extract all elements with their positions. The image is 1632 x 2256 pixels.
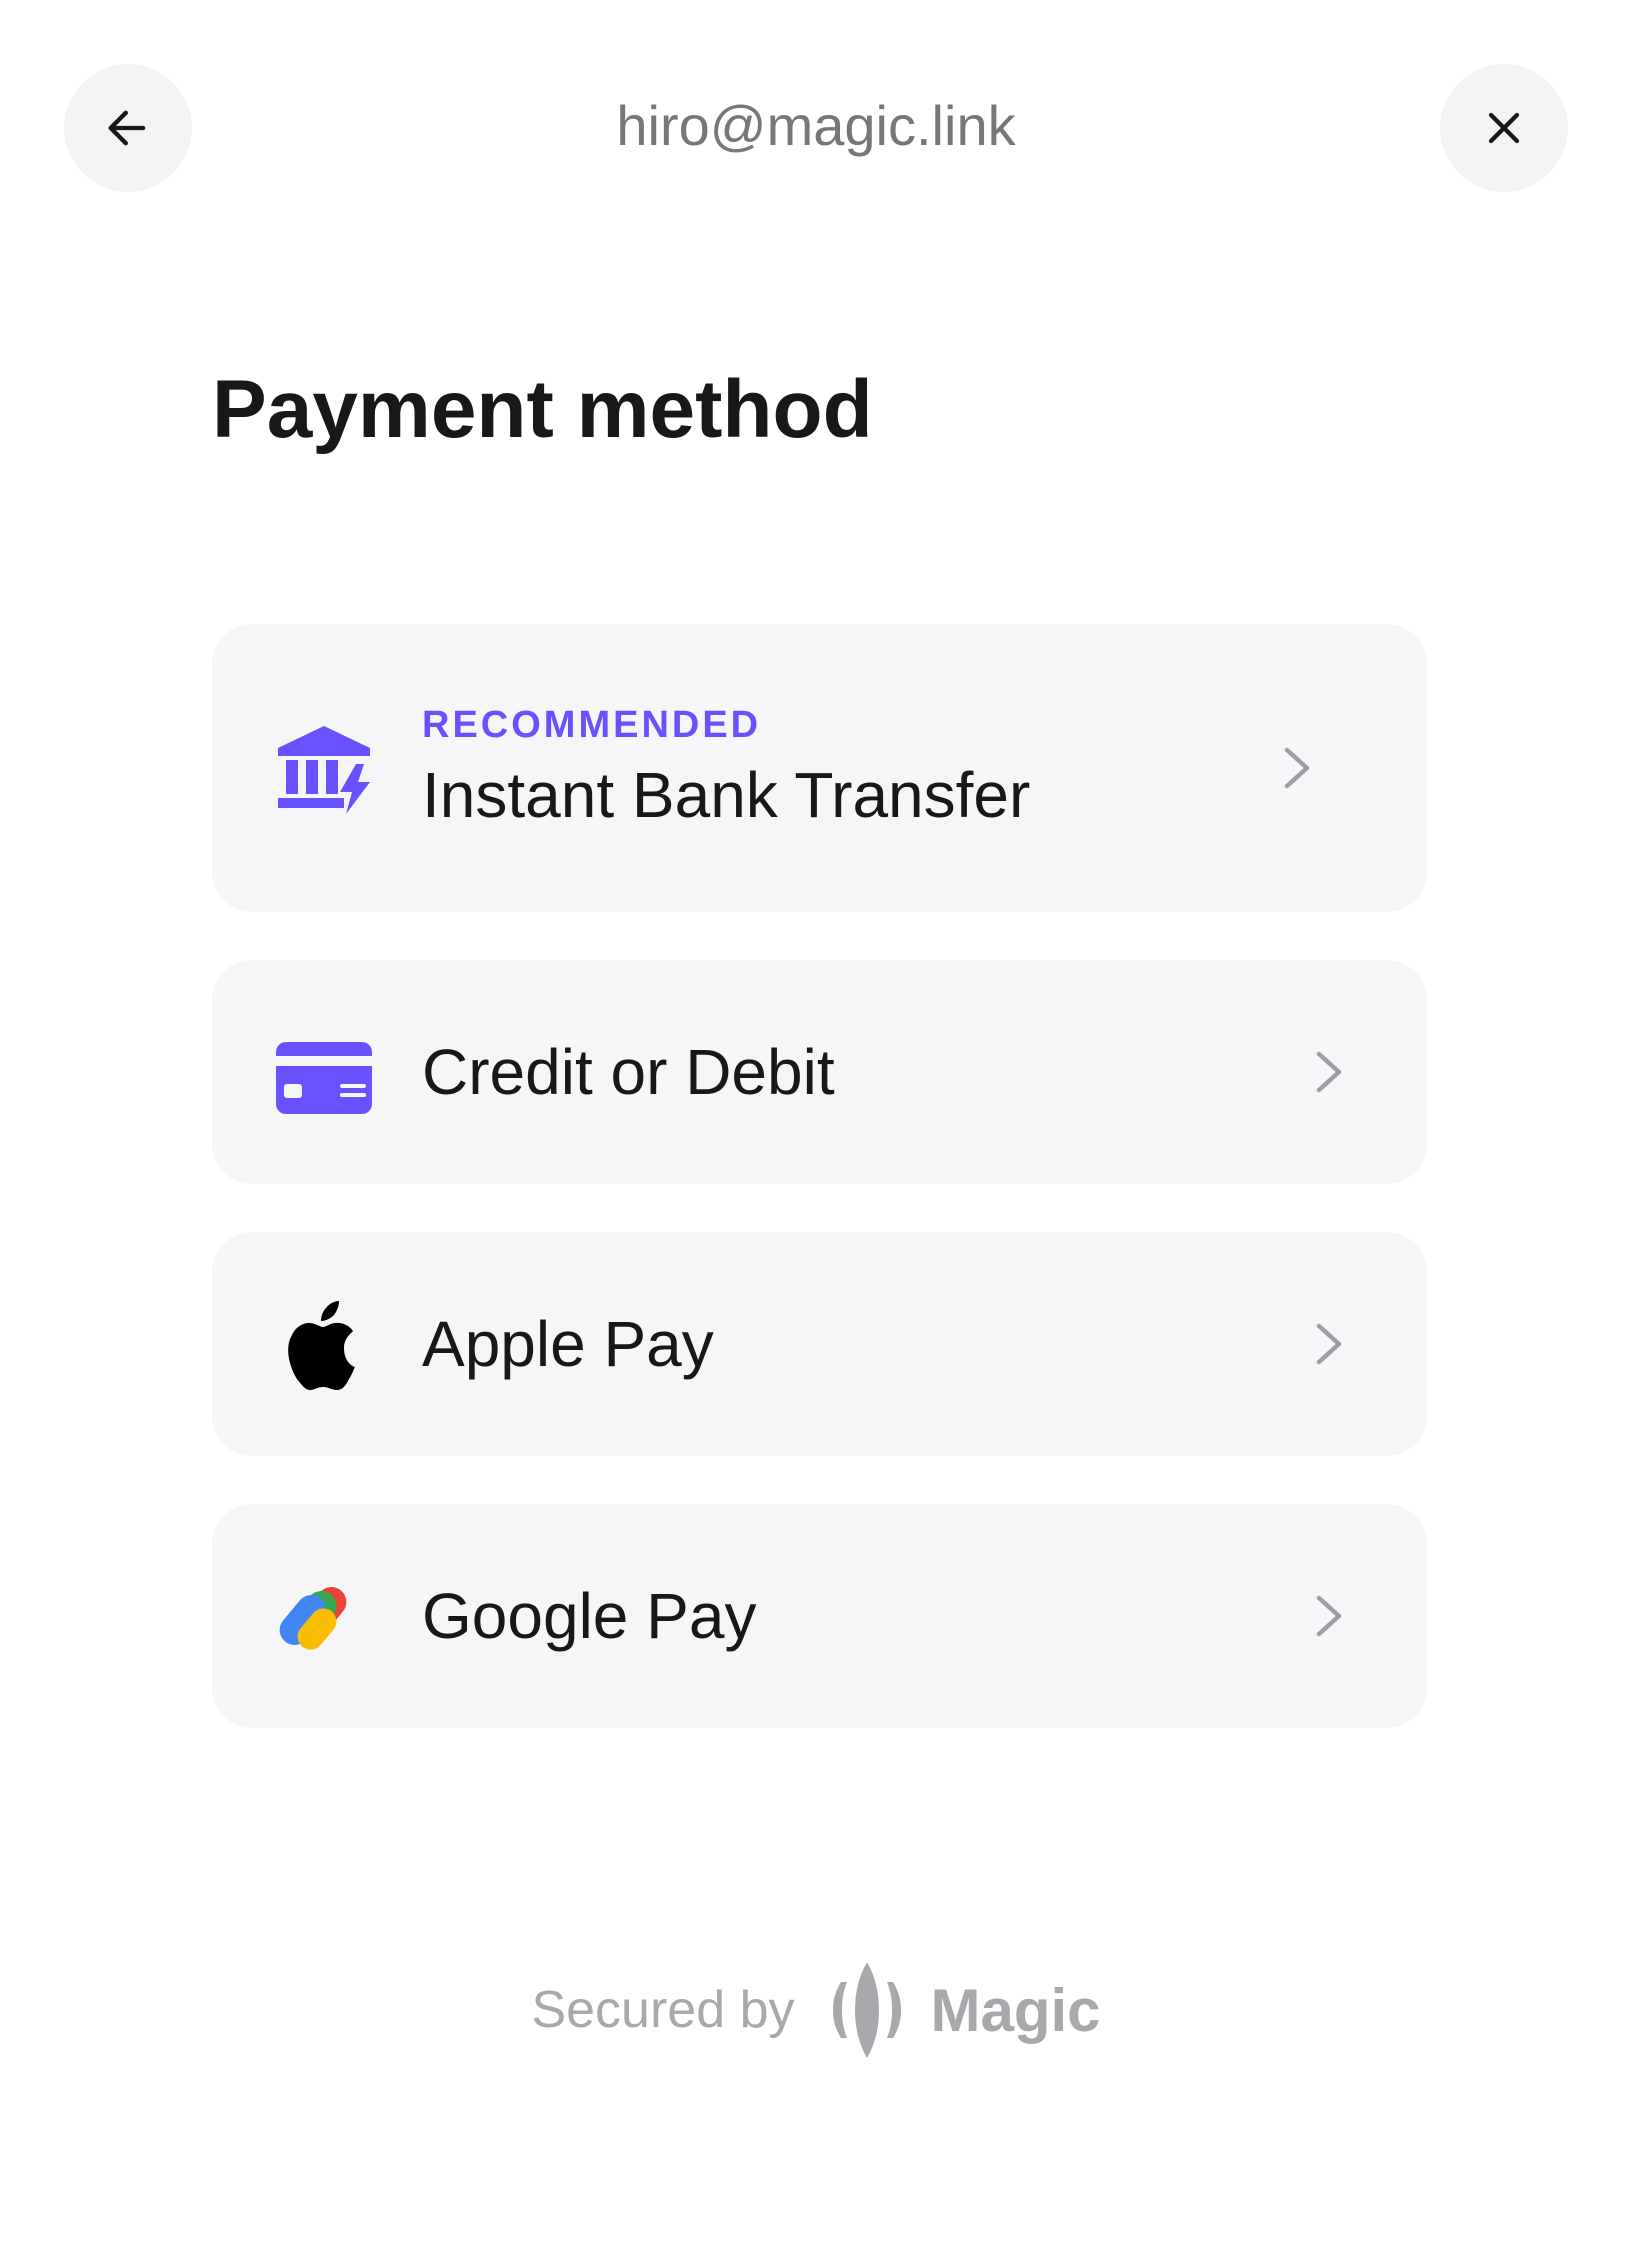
recommended-badge: RECOMMENDED: [422, 704, 762, 746]
account-email: hiro@magic.link: [616, 94, 1016, 157]
google-pay-icon: [274, 1566, 374, 1666]
magic-brand-name: Magic: [930, 1976, 1101, 2044]
chevron-right-icon: [1277, 744, 1317, 792]
payment-option-google-pay[interactable]: Google Pay: [212, 1504, 1427, 1728]
chevron-right-icon: [1309, 1320, 1349, 1368]
close-icon: [1488, 112, 1520, 144]
option-label-bank-transfer: Instant Bank Transfer: [422, 759, 1031, 831]
option-label-apple-pay: Apple Pay: [422, 1308, 714, 1380]
page-title: Payment method: [212, 364, 873, 455]
secured-by-text: Secured by: [531, 1981, 795, 2039]
secured-by-footer: Secured by Magic: [0, 1960, 1632, 2060]
payment-option-bank-transfer[interactable]: RECOMMENDED Instant Bank Transfer: [212, 624, 1427, 912]
payment-option-credit-debit[interactable]: Credit or Debit: [212, 960, 1427, 1184]
chevron-right-icon: [1309, 1592, 1349, 1640]
magic-logo-icon: [832, 1962, 901, 2058]
close-button[interactable]: [1440, 64, 1568, 192]
apple-icon: [274, 1294, 374, 1394]
option-label-credit-debit: Credit or Debit: [422, 1036, 835, 1108]
option-label-google-pay: Google Pay: [422, 1580, 757, 1652]
payment-option-apple-pay[interactable]: Apple Pay: [212, 1232, 1427, 1456]
credit-card-icon: [274, 1022, 374, 1122]
chevron-right-icon: [1309, 1048, 1349, 1096]
bank-instant-icon: [274, 718, 374, 818]
